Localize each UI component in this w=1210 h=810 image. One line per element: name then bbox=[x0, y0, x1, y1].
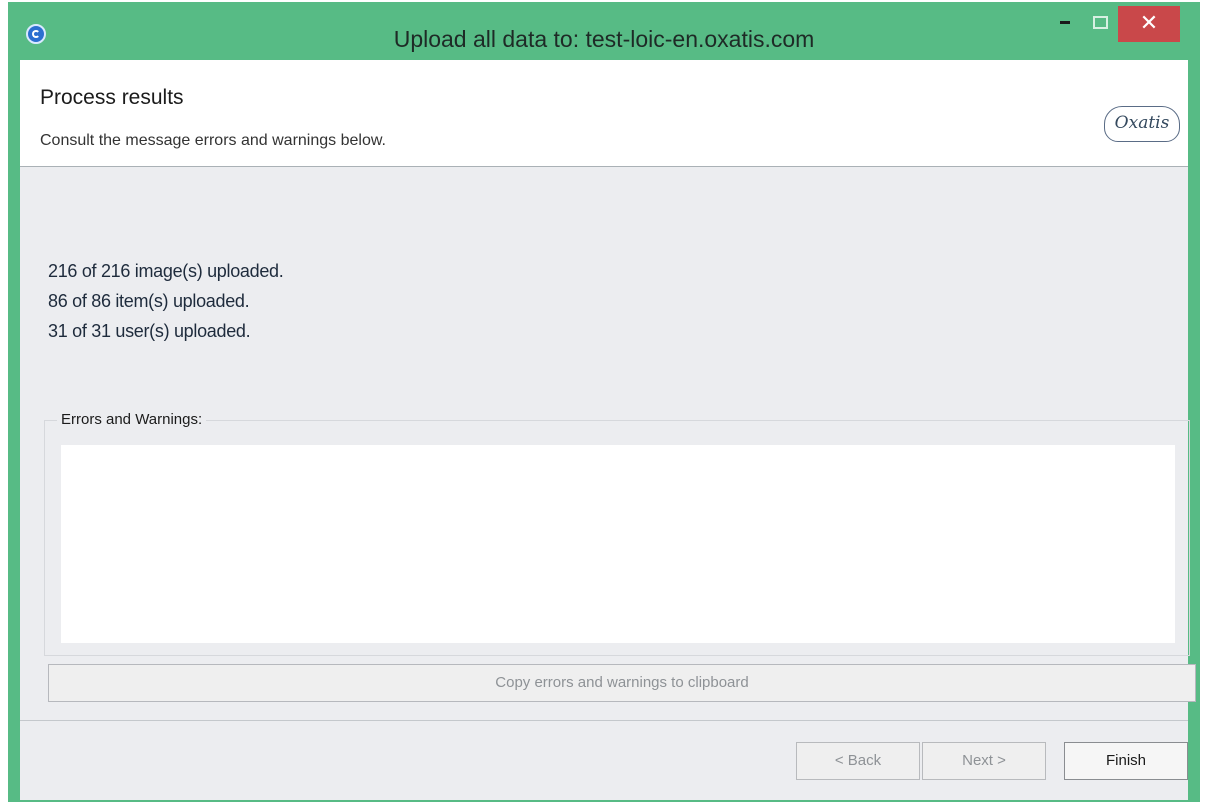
result-users: 31 of 31 user(s) uploaded. bbox=[48, 321, 251, 341]
maximize-icon bbox=[1092, 16, 1108, 30]
close-icon: ✕ bbox=[1139, 10, 1159, 35]
page-title: Process results bbox=[40, 86, 184, 109]
errors-textarea[interactable] bbox=[61, 445, 1175, 643]
wizard-header: Process results Consult the message erro… bbox=[20, 60, 1188, 167]
result-images: 216 of 216 image(s) uploaded. bbox=[48, 261, 284, 281]
upload-dialog-window: Upload all data to: test-loic-en.oxatis.… bbox=[8, 2, 1200, 802]
result-items: 86 of 86 item(s) uploaded. bbox=[48, 291, 250, 311]
errors-label: Errors and Warnings: bbox=[57, 411, 207, 428]
copy-to-clipboard-button[interactable]: Copy errors and warnings to clipboard bbox=[48, 664, 1196, 702]
page-subtitle: Consult the message errors and warnings … bbox=[40, 132, 386, 149]
title-bar[interactable]: Upload all data to: test-loic-en.oxatis.… bbox=[8, 2, 1200, 60]
finish-button[interactable]: Finish bbox=[1064, 742, 1188, 780]
divider bbox=[20, 720, 1188, 721]
back-button[interactable]: < Back bbox=[796, 742, 920, 780]
minimize-button[interactable] bbox=[1048, 8, 1082, 40]
oxatis-logo: Oxatis bbox=[1104, 106, 1180, 142]
close-button[interactable]: ✕ bbox=[1118, 6, 1180, 42]
next-button[interactable]: Next > bbox=[922, 742, 1046, 780]
minimize-icon bbox=[1060, 21, 1070, 25]
errors-groupbox: Errors and Warnings: bbox=[44, 411, 1190, 656]
maximize-button[interactable] bbox=[1083, 8, 1117, 40]
upload-results: 216 of 216 image(s) uploaded. 86 of 86 i… bbox=[48, 256, 284, 346]
window-title: Upload all data to: test-loic-en.oxatis.… bbox=[393, 26, 815, 52]
dialog-client-area: Process results Consult the message erro… bbox=[20, 60, 1196, 800]
